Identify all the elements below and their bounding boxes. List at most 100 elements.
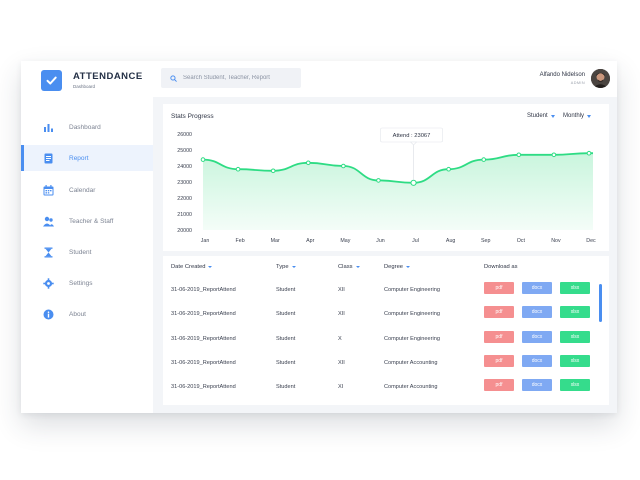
data-point[interactable]: [446, 166, 451, 172]
data-point[interactable]: [235, 166, 241, 172]
cell-class: XI: [338, 384, 344, 391]
column-header-class[interactable]: Class: [338, 264, 360, 270]
sidebar-item-teacher-staff[interactable]: Teacher & Staff: [21, 208, 153, 234]
top-header: ATTENDANCE Dashboard Alfando Nidelson AD…: [21, 61, 617, 97]
y-tick-label: 25000: [177, 148, 192, 154]
column-header-label: Type: [276, 264, 289, 270]
cell-type: Student: [276, 287, 296, 293]
filter-student-dropdown[interactable]: Student: [527, 113, 555, 119]
user-name: Alfando Nidelson: [539, 72, 585, 78]
x-tick-label: Jun: [376, 238, 385, 244]
sidebar-item-label: Settings: [69, 279, 93, 287]
column-header-download: Download as: [484, 264, 518, 270]
download-xlsx-button[interactable]: xlsx: [560, 282, 590, 294]
sidebar-item-settings[interactable]: Settings: [21, 270, 153, 296]
reports-table: Date Created Type Class Degree Download …: [163, 256, 609, 405]
search-icon: [170, 74, 177, 82]
sidebar: Dashboard Report Calendar Teacher & Staf…: [21, 97, 153, 413]
table-row: 31-06-2019_ReportAttend Student XII Compute…: [163, 303, 603, 327]
data-point[interactable]: [341, 163, 346, 169]
table-row: 31-06-2019_ReportAttend Student XI Computer…: [163, 376, 603, 400]
search-box[interactable]: [161, 68, 301, 88]
download-xlsx-button[interactable]: xlsx: [560, 379, 590, 392]
cell-class: XII: [338, 311, 345, 318]
download-docx-button[interactable]: docx: [522, 306, 552, 319]
download-pdf-button[interactable]: pdf: [484, 330, 514, 343]
column-header-date[interactable]: Date Created: [171, 264, 213, 270]
download-docx-button[interactable]: docx: [522, 354, 552, 367]
search-input[interactable]: [183, 75, 293, 81]
data-point[interactable]: [305, 160, 311, 166]
download-xlsx-button[interactable]: xlsx: [560, 354, 590, 367]
column-header-label: Date Created: [171, 264, 206, 270]
cell-degree: Computer Engineering: [384, 335, 440, 342]
avatar[interactable]: [591, 69, 610, 88]
y-tick-label: 20000: [177, 228, 192, 234]
sort-caret-icon: [406, 266, 411, 268]
sort-caret-icon: [355, 266, 360, 268]
cell-date: 31-06-2019_ReportAttend: [171, 311, 236, 318]
data-point[interactable]: [270, 168, 276, 174]
table-row: 31-06-2019_ReportAttend Student X Computer …: [163, 328, 603, 352]
column-header-degree[interactable]: Degree: [384, 264, 411, 270]
download-docx-button[interactable]: docx: [522, 379, 552, 392]
sidebar-item-report[interactable]: Report: [21, 145, 153, 171]
cell-type: Student: [276, 384, 296, 391]
download-pdf-button[interactable]: pdf: [484, 282, 514, 294]
cell-degree: Computer Engineering: [384, 287, 440, 293]
cell-date: 31-06-2019_ReportAttend: [171, 359, 236, 366]
cell-date: 31-06-2019_ReportAttend: [171, 384, 236, 391]
sidebar-item-label: Report: [69, 154, 89, 162]
download-docx-button[interactable]: docx: [522, 282, 552, 294]
x-tick-label: Nov: [551, 238, 561, 244]
data-point[interactable]: [481, 157, 487, 162]
chart-title: Stats Progress: [171, 113, 214, 120]
cell-type: Student: [276, 335, 296, 342]
x-tick-label: Sep: [481, 238, 490, 244]
sidebar-item-dashboard[interactable]: Dashboard: [21, 114, 153, 140]
sidebar-item-about[interactable]: About: [21, 301, 153, 327]
download-pdf-button[interactable]: pdf: [484, 379, 514, 392]
x-tick-label: Apr: [306, 238, 314, 244]
chevron-down-icon: [550, 114, 555, 118]
cell-date: 31-06-2019_ReportAttend: [171, 287, 236, 293]
cell-degree: Computer Accounting: [384, 384, 438, 391]
filter-period-dropdown[interactable]: Monthly: [563, 113, 592, 119]
y-tick-label: 22000: [177, 196, 192, 202]
info-icon: [43, 309, 54, 320]
data-point[interactable]: [586, 150, 592, 156]
x-tick-label: Aug: [446, 238, 455, 244]
cell-date: 31-06-2019_ReportAttend: [171, 335, 236, 342]
download-docx-button[interactable]: docx: [522, 330, 552, 343]
sidebar-item-label: Teacher & Staff: [69, 217, 114, 225]
cell-class: XII: [338, 287, 345, 293]
scrollbar[interactable]: [599, 284, 602, 322]
y-tick-label: 23000: [177, 180, 192, 186]
y-tick-label: 26000: [177, 132, 192, 138]
data-point[interactable]: [376, 178, 381, 183]
chevron-down-icon: [587, 114, 592, 118]
data-point[interactable]: [410, 179, 417, 186]
users-icon: [43, 216, 54, 227]
data-point[interactable]: [516, 152, 522, 158]
download-xlsx-button[interactable]: xlsx: [560, 330, 590, 343]
sidebar-item-student[interactable]: Student: [21, 239, 153, 265]
data-point[interactable]: [200, 157, 206, 162]
column-header-label: Download as: [484, 264, 518, 270]
sidebar-item-calendar[interactable]: Calendar: [21, 177, 153, 203]
document-icon: [44, 153, 53, 164]
app-subtitle: Dashboard: [73, 84, 96, 89]
x-tick-label: Dec: [586, 238, 596, 244]
series-area: [203, 153, 593, 230]
download-xlsx-button[interactable]: xlsx: [560, 306, 590, 319]
data-point[interactable]: [551, 152, 557, 158]
cell-degree: Computer Accounting: [384, 359, 438, 366]
tooltip-text: Attend : 23067: [393, 133, 431, 139]
sort-caret-icon: [291, 266, 296, 268]
x-tick-label: May: [340, 238, 350, 244]
column-header-type[interactable]: Type: [276, 264, 296, 270]
app-title: ATTENDANCE: [73, 71, 143, 82]
stats-chart: 20000 21000 22000 23000 24000 25000 26000 Jan Fe…: [177, 127, 596, 244]
download-pdf-button[interactable]: pdf: [484, 306, 514, 319]
download-pdf-button[interactable]: pdf: [484, 354, 514, 367]
